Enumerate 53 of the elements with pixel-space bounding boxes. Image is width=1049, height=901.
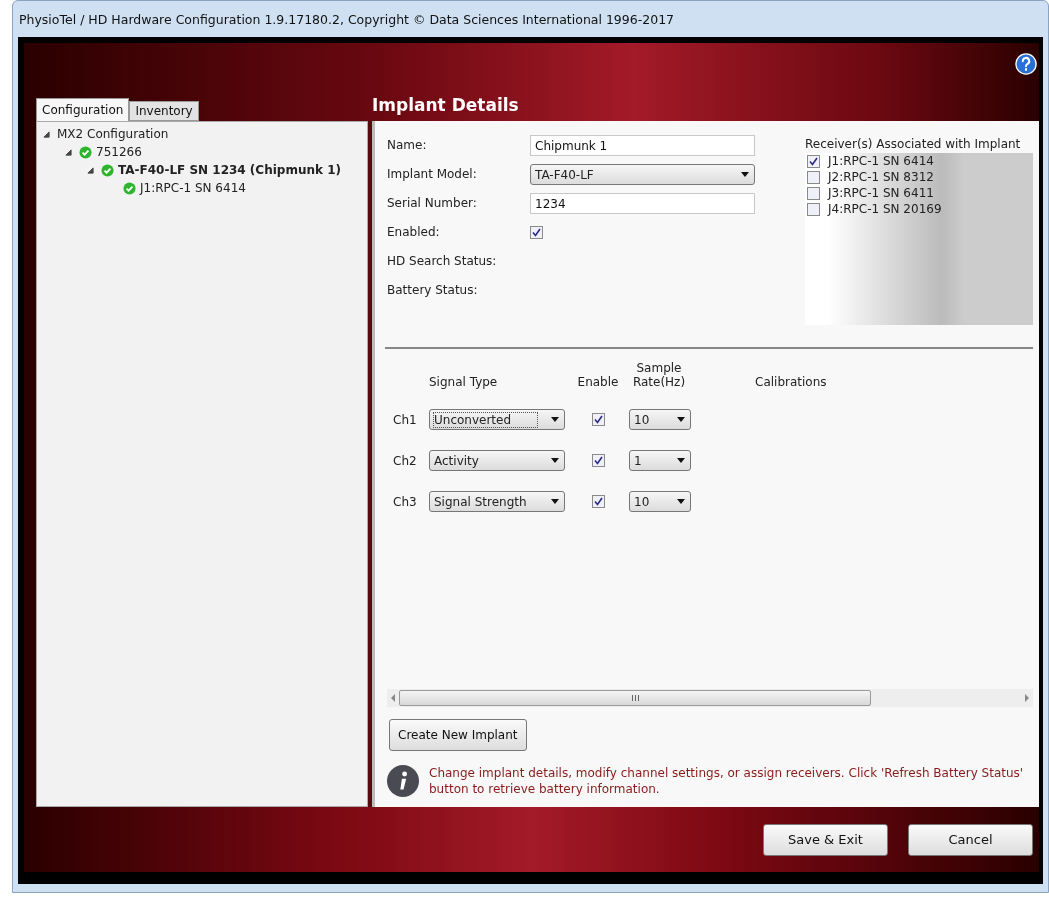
field-label: Enabled: (387, 224, 441, 241)
enabled-checkbox[interactable] (530, 226, 543, 239)
tree-item[interactable]: MX2 Configuration (57, 127, 169, 141)
save-exit-button[interactable]: Save & Exit (763, 823, 888, 856)
receiver-checkbox[interactable] (807, 154, 820, 168)
column-header: Calibrations (755, 375, 828, 389)
enable-checkbox[interactable] (591, 495, 605, 508)
tab[interactable]: Inventory (129, 101, 199, 121)
info-message: Change implant details, modify channel settings, or assign receivers. Click 'Refresh Battery Status' button to retrieve battery information. (429, 765, 1025, 797)
section-heading: Implant Details (372, 95, 519, 115)
cancel-button[interactable]: Cancel (908, 823, 1033, 856)
field-label: Name: (387, 137, 428, 154)
signal-dropdown[interactable]: Activity (429, 450, 565, 471)
signal-dropdown[interactable]: Unconverted (429, 409, 565, 430)
help-icon[interactable] (1015, 53, 1037, 75)
tree-item[interactable]: TA-F40-LF SN 1234 (Chipmunk 1) (118, 163, 341, 177)
rate-dropdown[interactable]: 10 (629, 491, 691, 512)
create-implant-button[interactable]: Create New Implant (389, 719, 527, 751)
info-icon (387, 765, 419, 797)
column-header: Enable (576, 375, 620, 389)
column-header: Signal Type (429, 375, 499, 389)
serial-field[interactable]: 1234 (530, 193, 755, 214)
expand-icon[interactable] (65, 148, 72, 156)
receiver-label: J3:RPC-1 SN 6411 (828, 186, 934, 200)
enable-checkbox[interactable] (591, 413, 605, 426)
field-label: Battery Status: (387, 282, 479, 299)
channel-label: Ch2 (393, 453, 418, 468)
column-header: Sample Rate(Hz) (631, 361, 687, 389)
window-title: PhysioTel / HD Hardware Configuration 1.9.17180.2, Copyright © Data Sciences International 1996-2017 (19, 11, 675, 27)
horizontal-scrollbar[interactable] (387, 689, 1033, 707)
rate-dropdown[interactable]: 1 (629, 450, 691, 471)
rate-dropdown[interactable]: 10 (629, 409, 691, 430)
channel-label: Ch3 (393, 494, 418, 509)
receiver-label: J2:RPC-1 SN 8312 (828, 170, 934, 184)
receiver-label: J1:RPC-1 SN 6414 (828, 154, 934, 168)
receiver-checkbox[interactable] (807, 202, 820, 216)
signal-dropdown[interactable]: Signal Strength (429, 491, 565, 512)
receiver-label: J4:RPC-1 SN 20169 (828, 202, 942, 216)
receiver-checkbox[interactable] (807, 170, 820, 184)
expand-icon[interactable] (87, 166, 94, 174)
tree-item[interactable]: 751266 (96, 145, 142, 159)
tree-item[interactable]: J1:RPC-1 SN 6414 (140, 181, 246, 195)
field-label: Implant Model: (387, 166, 478, 183)
enable-checkbox[interactable] (591, 454, 605, 467)
field-label: Serial Number: (387, 195, 478, 212)
expand-icon[interactable] (43, 130, 50, 138)
tab[interactable]: Configuration (36, 98, 130, 121)
receivers-title: Receiver(s) Associated with Implant (805, 137, 1022, 151)
channel-label: Ch1 (393, 412, 418, 427)
receiver-checkbox[interactable] (807, 186, 820, 200)
name-field[interactable]: Chipmunk 1 (530, 135, 755, 156)
model-dropdown[interactable]: TA-F40-LF (530, 164, 755, 185)
field-label: HD Search Status: (387, 253, 498, 270)
